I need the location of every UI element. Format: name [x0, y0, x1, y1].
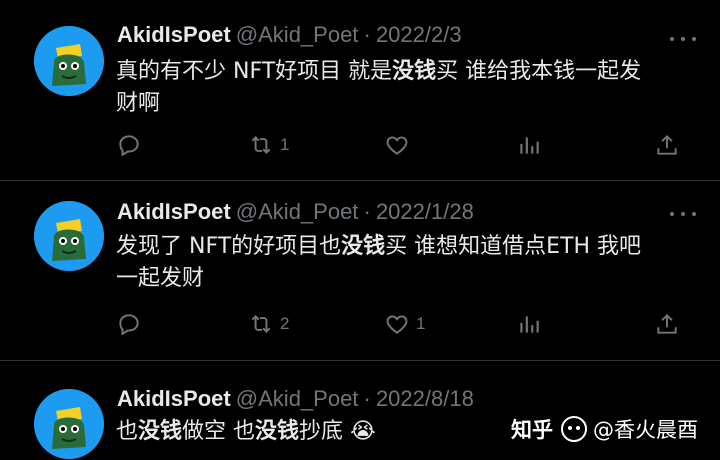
text-bold: 没钱 [138, 419, 183, 444]
like-button[interactable]: 1 [384, 309, 425, 339]
separator-dot: · [363, 386, 371, 411]
text-part: 做空 也 [182, 419, 256, 444]
action-bar: 2 1 [116, 309, 696, 339]
action-bar: 1 [116, 130, 696, 160]
retweet-icon [251, 136, 271, 154]
reply-button[interactable] [116, 309, 142, 339]
tweet-date[interactable]: 2022/8/18 [376, 386, 474, 411]
text-bold: 没钱 [255, 419, 300, 444]
user-handle[interactable]: @Akid_Poet [236, 386, 359, 411]
share-button[interactable] [654, 130, 680, 160]
retweet-icon [251, 315, 271, 333]
text-part: 买 谁给我本钱一起发 [436, 59, 642, 84]
like-button[interactable] [384, 130, 410, 160]
tweet-header: AkidIsPoet @Akid_Poet · 2022/1/28 [117, 199, 474, 229]
watermark: 知乎 @香火晨酉 [511, 412, 698, 446]
tweet-text: 真的有不少 NFT好项目 就是没钱买 谁给我本钱一起发 财啊 [116, 56, 686, 120]
text-bold: 没钱 [392, 59, 437, 84]
reply-button[interactable] [116, 130, 142, 160]
avatar[interactable] [34, 389, 104, 459]
display-name[interactable]: AkidIsPoet [117, 386, 231, 411]
text-part: 买 谁想知道借点ETH 我吧 [385, 234, 642, 259]
text-part: 发现了 NFT的好项目也 [116, 234, 342, 259]
share-button[interactable] [654, 309, 680, 339]
views-icon [520, 316, 539, 333]
text-part: 也 [116, 419, 139, 444]
watermark-site: 知乎 [511, 418, 553, 442]
more-icon[interactable] [670, 209, 696, 219]
display-name[interactable]: AkidIsPoet [117, 22, 231, 47]
share-icon [657, 134, 677, 155]
tweet-1[interactable]: AkidIsPoet @Akid_Poet · 2022/2/3 真的有不少 N… [0, 0, 720, 180]
retweet-button[interactable]: 1 [248, 130, 289, 160]
separator-dot: · [363, 199, 371, 224]
like-icon [386, 315, 408, 334]
reply-icon [119, 314, 139, 336]
retweet-count: 1 [280, 135, 290, 154]
more-icon[interactable] [670, 34, 696, 44]
tweet-text: 发现了 NFT的好项目也没钱买 谁想知道借点ETH 我吧 一起发财 [116, 231, 686, 295]
user-handle[interactable]: @Akid_Poet [236, 22, 359, 47]
user-handle[interactable]: @Akid_Poet [236, 199, 359, 224]
crying-emoji: 😭 [350, 419, 376, 444]
wechat-logo-icon [561, 416, 587, 442]
text-part: 一起发财 [116, 266, 205, 291]
reply-icon [119, 135, 139, 157]
tweet-date[interactable]: 2022/2/3 [376, 22, 462, 47]
retweet-button[interactable]: 2 [248, 309, 289, 339]
tweet-2[interactable]: AkidIsPoet @Akid_Poet · 2022/1/28 发现了 NF… [0, 180, 720, 360]
like-icon [386, 136, 408, 155]
views-button[interactable] [516, 130, 542, 160]
tweet-header: AkidIsPoet @Akid_Poet · 2022/8/18 [117, 386, 474, 416]
avatar[interactable] [34, 201, 104, 271]
watermark-author: @香火晨酉 [593, 418, 698, 442]
like-count: 1 [416, 314, 426, 333]
share-icon [657, 313, 677, 334]
retweet-count: 2 [280, 314, 290, 333]
views-button[interactable] [516, 309, 542, 339]
avatar[interactable] [34, 26, 104, 96]
display-name[interactable]: AkidIsPoet [117, 199, 231, 224]
tweet-date[interactable]: 2022/1/28 [376, 199, 474, 224]
text-part: 真的有不少 NFT好项目 就是 [116, 59, 393, 84]
separator-dot: · [363, 22, 371, 47]
text-bold: 没钱 [341, 234, 386, 259]
text-part: 抄底 [299, 419, 344, 444]
views-icon [520, 137, 539, 154]
tweet-header: AkidIsPoet @Akid_Poet · 2022/2/3 [117, 22, 462, 52]
text-part: 财啊 [116, 91, 161, 116]
